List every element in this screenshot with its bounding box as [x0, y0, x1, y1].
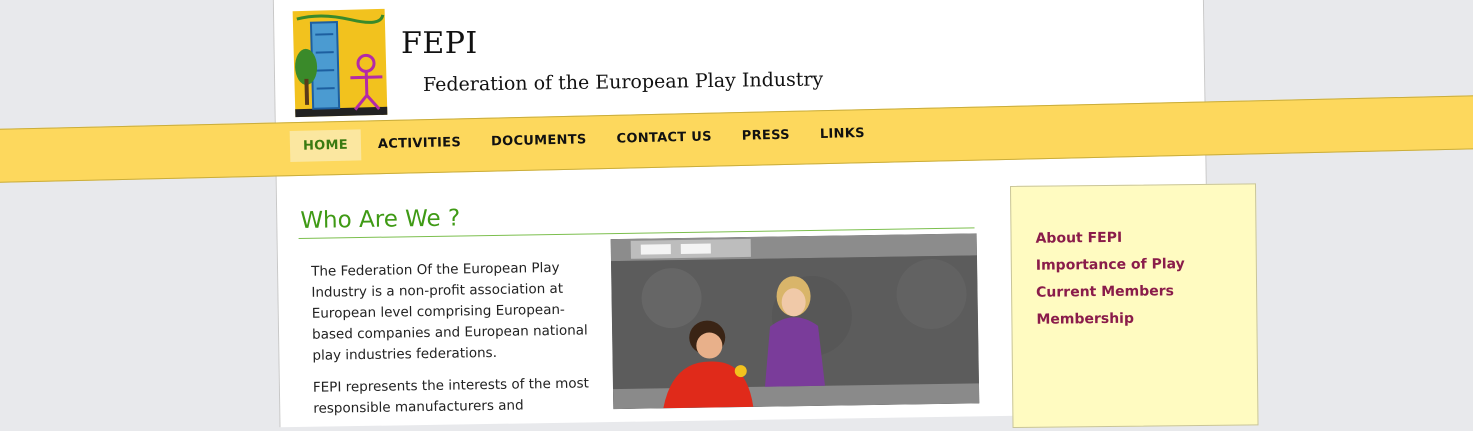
- intro-paragraph: FEPI represents the interests of the mos…: [313, 373, 604, 420]
- photo-graphic: [611, 233, 980, 409]
- site-name: FEPI: [401, 26, 478, 61]
- nav-item-documents[interactable]: DOCUMENTS: [478, 124, 600, 158]
- sidebar-link-importance-of-play[interactable]: Importance of Play: [1036, 255, 1256, 273]
- nav-item-press[interactable]: PRESS: [728, 119, 803, 152]
- nav-item-activities[interactable]: ACTIVITIES: [365, 127, 475, 160]
- intro-paragraph: The Federation Of the European Play Indu…: [311, 257, 603, 367]
- main-content: Who Are We ? The Federation Of the Europ…: [298, 189, 981, 400]
- nav-item-links[interactable]: LINKS: [807, 118, 879, 151]
- sidebar: About FEPI Importance of Play Current Me…: [1010, 183, 1259, 428]
- intro-text: The Federation Of the European Play Indu…: [311, 257, 604, 431]
- sidebar-links: About FEPI Importance of Play Current Me…: [1011, 184, 1256, 328]
- sidebar-link-current-members[interactable]: Current Members: [1036, 282, 1256, 300]
- sidebar-link-membership[interactable]: Membership: [1036, 309, 1256, 327]
- children-playing-photo: [611, 233, 980, 409]
- fepi-logo[interactable]: [291, 7, 390, 119]
- nav-item-contact-us[interactable]: CONTACT US: [603, 121, 725, 155]
- sidebar-link-about-fepi[interactable]: About FEPI: [1035, 228, 1255, 246]
- nav-item-home[interactable]: HOME: [290, 129, 362, 162]
- logo-graphic: [291, 7, 390, 119]
- page-title: Who Are We ?: [300, 197, 978, 236]
